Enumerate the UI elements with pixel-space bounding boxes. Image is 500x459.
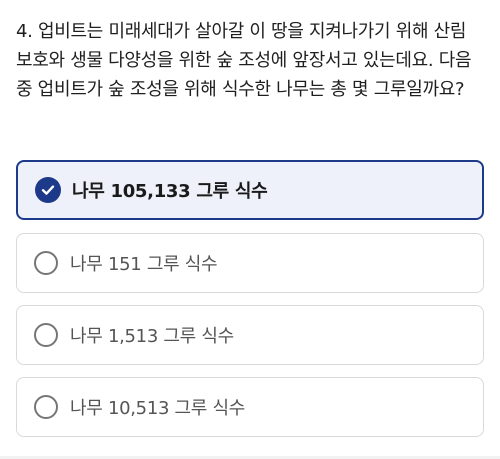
answer-option-label: 나무 105,133 그루 식수 <box>72 181 268 202</box>
answer-option-2[interactable]: 나무 151 그루 식수 <box>16 233 484 293</box>
radio-circle-icon <box>34 395 58 419</box>
check-circle-icon <box>35 177 61 203</box>
answer-option-label: 나무 151 그루 식수 <box>70 254 218 275</box>
answer-option-4[interactable]: 나무 10,513 그루 식수 <box>16 377 484 437</box>
answer-option-3[interactable]: 나무 1,513 그루 식수 <box>16 305 484 365</box>
answer-option-1[interactable]: 나무 105,133 그루 식수 <box>16 160 484 220</box>
quiz-question-card: 4. 업비트는 미래세대가 살아갈 이 땅을 지켜나가기 위해 산림 보호와 생… <box>0 0 500 459</box>
question-text: 4. 업비트는 미래세대가 살아갈 이 땅을 지켜나가기 위해 산림 보호와 생… <box>16 21 472 100</box>
radio-circle-icon <box>34 323 58 347</box>
answer-option-label: 나무 10,513 그루 식수 <box>70 398 246 419</box>
radio-circle-icon <box>34 251 58 275</box>
answer-option-label: 나무 1,513 그루 식수 <box>70 326 234 347</box>
